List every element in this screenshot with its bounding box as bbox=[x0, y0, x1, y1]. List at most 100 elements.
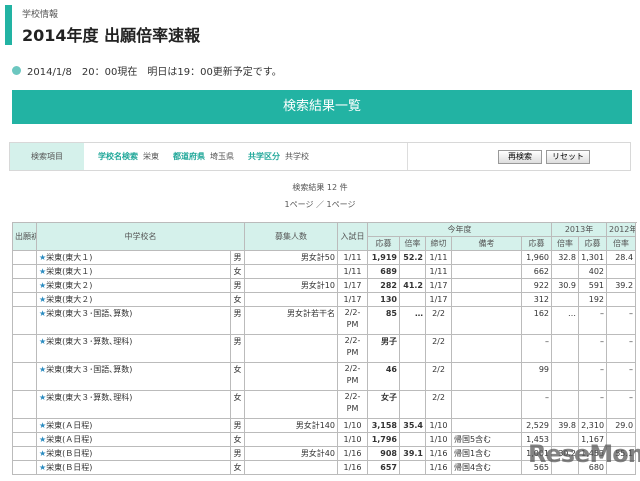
school-link[interactable]: 栄東(東大２) bbox=[46, 281, 92, 290]
col-first-day: 出願初日 bbox=[12, 222, 37, 251]
ratio-2012-cell: 28.4 bbox=[606, 250, 637, 265]
criteria-value: 埼玉県 bbox=[210, 152, 234, 161]
note-cell bbox=[451, 306, 522, 335]
ratio-2012-cell: 39.2 bbox=[606, 278, 637, 293]
table-row: ★栄東(東大３･国語､算数) 女 2/2-PM 46 2/2 99– – bbox=[12, 362, 637, 391]
school-name-cell[interactable]: ★栄東(Ｂ日程) bbox=[36, 460, 231, 475]
col-school: 中学校名 bbox=[36, 222, 245, 251]
pagination: 1ページ ／ 1ページ bbox=[284, 200, 356, 209]
school-name-cell[interactable]: ★栄東(東大１) bbox=[36, 250, 231, 265]
note-cell bbox=[451, 418, 522, 433]
applicants-2012-cell: – bbox=[578, 390, 608, 419]
capacity-cell bbox=[244, 264, 338, 279]
applicants-2012-cell: – bbox=[578, 334, 608, 363]
exam-day-cell: 1/17 bbox=[337, 278, 368, 293]
sex-cell: 男 bbox=[230, 446, 245, 461]
ratio-2013-cell: … bbox=[551, 306, 580, 335]
ratio-2013-cell bbox=[551, 390, 580, 419]
table-row: ★栄東(東大３･国語､算数) 男男女計若干名 2/2-PM 85… 2/2 162… – – bbox=[12, 306, 637, 335]
applicants-2013-cell: 162 bbox=[520, 306, 553, 335]
ratio-cell: 52.2 bbox=[399, 250, 426, 265]
exam-day-cell: 2/2-PM bbox=[337, 362, 368, 391]
ratio-2013-cell bbox=[551, 292, 580, 307]
deadline-cell: 2/2 bbox=[425, 334, 452, 363]
result-count: 検索結果 12 件 bbox=[292, 183, 348, 192]
ratio-cell: 39.1 bbox=[399, 446, 426, 461]
sex-cell: 女 bbox=[230, 362, 245, 391]
school-link[interactable]: 栄東(東大１) bbox=[46, 267, 92, 276]
deadline-cell: 1/17 bbox=[425, 278, 452, 293]
applicants-2012-cell: 591 bbox=[578, 278, 608, 293]
school-link[interactable]: 栄東(東大１) bbox=[46, 253, 92, 262]
col-apply: 応募 bbox=[578, 236, 608, 251]
col-2012: 2012年 bbox=[606, 222, 637, 237]
col-ratio: 倍率 bbox=[399, 236, 426, 251]
page-header: 学校情報 2014年度 出願倍率速報 bbox=[5, 5, 200, 45]
criteria-label: 検索項目 bbox=[10, 143, 84, 170]
applicants-2013-cell: 2,529 bbox=[520, 418, 553, 433]
exam-day-cell: 1/17 bbox=[337, 292, 368, 307]
exam-day-cell: 1/10 bbox=[337, 432, 368, 447]
note-cell bbox=[451, 390, 522, 419]
school-name-cell[interactable]: ★栄東(東大１) bbox=[36, 264, 231, 279]
school-link[interactable]: 栄東(Ｂ日程) bbox=[46, 463, 92, 472]
capacity-cell: 男女計50 bbox=[244, 250, 338, 265]
capacity-cell bbox=[244, 292, 338, 307]
update-status: 2014/1/8 20：00現在 明日は19：00更新予定です。 bbox=[12, 63, 282, 78]
ratio-cell: … bbox=[399, 306, 426, 335]
deadline-cell: 1/16 bbox=[425, 446, 452, 461]
research-button[interactable]: 再検索 bbox=[498, 149, 542, 164]
col-apply: 応募 bbox=[367, 236, 400, 251]
ratio-2013-cell bbox=[551, 362, 580, 391]
school-name-cell[interactable]: ★栄東(東大２) bbox=[36, 278, 231, 293]
school-name-cell[interactable]: ★栄東(Ａ日程) bbox=[36, 432, 231, 447]
applicants-2012-cell: 1,301 bbox=[578, 250, 608, 265]
col-ratio: 倍率 bbox=[551, 236, 580, 251]
capacity-cell: 男女計140 bbox=[244, 418, 338, 433]
school-name-cell[interactable]: ★栄東(東大３･算数､理科) bbox=[36, 390, 231, 419]
school-link[interactable]: 栄東(東大２) bbox=[46, 295, 92, 304]
school-link[interactable]: 栄東(Ａ日程) bbox=[46, 435, 92, 444]
table-row: ★栄東(Ａ日程) 男男女計140 1/10 3,158 35.4 1/10 2,529 39.… bbox=[12, 418, 637, 433]
sex-cell: 男 bbox=[230, 418, 245, 433]
first-day-cell bbox=[12, 278, 37, 293]
school-link[interactable]: 栄東(東大３･算数､理科) bbox=[46, 393, 132, 402]
first-day-cell bbox=[12, 446, 37, 461]
school-name-cell[interactable]: ★栄東(東大３･算数､理科) bbox=[36, 334, 231, 363]
ratio-2012-cell bbox=[606, 292, 637, 307]
ratio-2012-cell: – bbox=[606, 306, 637, 335]
school-name-cell[interactable]: ★栄東(東大３･国語､算数) bbox=[36, 306, 231, 335]
school-link[interactable]: 栄東(東大３･国語､算数) bbox=[46, 365, 132, 374]
school-name-cell[interactable]: ★栄東(Ｂ日程) bbox=[36, 446, 231, 461]
ratio-2012-cell: – bbox=[606, 334, 637, 363]
applicants-2013-cell: 922 bbox=[520, 278, 553, 293]
school-link[interactable]: 栄東(Ｂ日程) bbox=[46, 449, 92, 458]
applicants-cell: 908 bbox=[367, 446, 400, 461]
first-day-cell bbox=[12, 306, 37, 335]
capacity-cell: 男女計10 bbox=[244, 278, 338, 293]
sex-cell: 女 bbox=[230, 292, 245, 307]
capacity-cell bbox=[244, 362, 338, 391]
deadline-cell: 1/17 bbox=[425, 292, 452, 307]
capacity-cell bbox=[244, 432, 338, 447]
first-day-cell bbox=[12, 362, 37, 391]
school-link[interactable]: 栄東(東大３･国語､算数) bbox=[46, 309, 132, 318]
ratio-cell bbox=[399, 460, 426, 475]
col-capacity: 募集人数 bbox=[244, 222, 338, 251]
ratio-2013-cell bbox=[551, 264, 580, 279]
page-subtitle: 学校情報 bbox=[22, 10, 59, 20]
applicants-2013-cell: 99 bbox=[520, 362, 553, 391]
school-link[interactable]: 栄東(Ａ日程) bbox=[46, 421, 92, 430]
school-name-cell[interactable]: ★栄東(東大３･国語､算数) bbox=[36, 362, 231, 391]
applicants-cell: 689 bbox=[367, 264, 400, 279]
applicants-2013-cell: – bbox=[520, 390, 553, 419]
note-cell bbox=[451, 292, 522, 307]
applicants-cell: 3,158 bbox=[367, 418, 400, 433]
school-name-cell[interactable]: ★栄東(Ａ日程) bbox=[36, 418, 231, 433]
school-name-cell[interactable]: ★栄東(東大２) bbox=[36, 292, 231, 307]
school-link[interactable]: 栄東(東大３･算数､理科) bbox=[46, 337, 132, 346]
first-day-cell bbox=[12, 292, 37, 307]
first-day-cell bbox=[12, 390, 37, 419]
sex-cell: 女 bbox=[230, 460, 245, 475]
reset-button[interactable]: リセット bbox=[546, 149, 590, 164]
